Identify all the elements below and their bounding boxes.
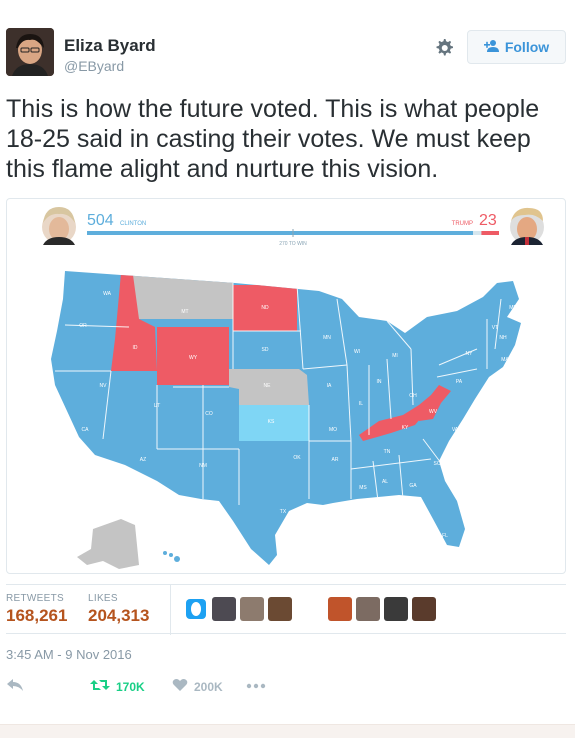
liker-avatar[interactable]	[212, 597, 236, 621]
svg-text:KS: KS	[268, 419, 275, 425]
svg-text:TX: TX	[280, 509, 287, 515]
liker-avatar[interactable]	[356, 597, 380, 621]
retweets-stat[interactable]: RETWEETS 168,261	[6, 593, 67, 626]
svg-text:NC: NC	[449, 443, 457, 449]
svg-text:SD: SD	[262, 347, 269, 353]
trump-portrait	[510, 207, 544, 245]
svg-text:OR: OR	[79, 323, 87, 329]
svg-text:AR: AR	[332, 457, 339, 463]
heart-icon	[172, 678, 188, 695]
svg-text:OK: OK	[293, 455, 301, 461]
follow-button[interactable]: Follow	[467, 30, 566, 64]
retweets-count: 168,261	[6, 606, 68, 625]
display-name[interactable]: Eliza Byard	[64, 36, 156, 56]
svg-text:FL: FL	[442, 533, 448, 539]
tweet-media-image[interactable]: 504 CLINTON TRUMP 23 270 TO WIN WA OR CA…	[6, 198, 566, 574]
svg-text:UT: UT	[154, 403, 161, 409]
svg-text:PA: PA	[456, 379, 463, 385]
reply-icon	[6, 678, 24, 695]
svg-text:NM: NM	[199, 463, 207, 469]
svg-text:VA: VA	[452, 427, 459, 433]
svg-text:WV: WV	[429, 409, 438, 415]
likes-count: 204,313	[88, 606, 150, 625]
state-ak	[77, 519, 139, 569]
svg-text:KY: KY	[402, 425, 409, 431]
svg-text:CA: CA	[82, 427, 90, 433]
svg-text:NE: NE	[264, 383, 272, 389]
svg-text:IA: IA	[327, 383, 332, 389]
electoral-bar-clinton	[87, 231, 473, 235]
svg-text:NY: NY	[466, 351, 474, 357]
svg-text:MI: MI	[392, 353, 398, 359]
tweet-timestamp[interactable]: 3:45 AM - 9 Nov 2016	[6, 647, 132, 662]
svg-text:MO: MO	[329, 427, 337, 433]
tweet-header: Eliza Byard @EByard Follow	[0, 0, 575, 90]
svg-text:TN: TN	[384, 449, 391, 455]
svg-text:MS: MS	[359, 485, 367, 491]
retweet-button[interactable]: 170K	[90, 678, 145, 695]
svg-text:CO: CO	[205, 411, 213, 417]
svg-text:MT: MT	[181, 309, 188, 315]
svg-text:WY: WY	[189, 355, 198, 361]
retweet-icon	[90, 678, 110, 695]
user-handle[interactable]: @EByard	[64, 58, 124, 74]
likes-stat[interactable]: LIKES 204,313	[88, 593, 149, 626]
add-user-icon	[483, 39, 500, 56]
stats-divider	[170, 585, 171, 635]
svg-text:LA: LA	[332, 505, 339, 511]
liker-avatar[interactable]	[328, 597, 352, 621]
state-hi	[163, 551, 180, 562]
more-icon	[246, 678, 266, 692]
svg-text:IN: IN	[377, 379, 382, 385]
svg-text:WA: WA	[103, 291, 112, 297]
liker-avatar[interactable]	[268, 597, 292, 621]
follow-label: Follow	[504, 39, 550, 55]
tweet-actions: 170K 200K	[6, 668, 566, 704]
svg-text:ND: ND	[261, 305, 269, 311]
svg-text:OH: OH	[409, 393, 417, 399]
clinton-portrait	[42, 207, 76, 245]
svg-text:ME: ME	[509, 305, 517, 311]
svg-text:GA: GA	[409, 483, 417, 489]
likes-label: LIKES	[88, 593, 118, 604]
svg-text:AZ: AZ	[140, 457, 146, 463]
timeline-bottom-band	[0, 724, 575, 738]
avatar[interactable]	[6, 28, 54, 76]
electoral-map-graphic: 504 CLINTON TRUMP 23 270 TO WIN WAORCA N…	[42, 207, 544, 569]
us-map: WA OR CA NV ID UT AZ MT WY CO NM ND SD NE KS OK TX M…	[51, 271, 521, 569]
electoral-bar-trump	[481, 231, 499, 235]
threshold-label: 270 TO WIN	[279, 241, 307, 247]
clinton-vote-count: 504	[87, 212, 114, 229]
liker-avatar[interactable]	[240, 597, 264, 621]
liker-avatar[interactable]	[384, 597, 408, 621]
tweet-text: This is how the future voted. This is wh…	[6, 95, 540, 183]
svg-text:MN: MN	[323, 335, 331, 341]
svg-text:MA: MA	[501, 357, 509, 363]
like-count: 200K	[194, 679, 223, 694]
svg-text:AL: AL	[382, 479, 388, 485]
svg-text:ID: ID	[133, 345, 138, 351]
svg-text:VT: VT	[492, 325, 498, 331]
svg-text:NV: NV	[100, 383, 108, 389]
more-button[interactable]	[246, 678, 266, 692]
tweet-stats: RETWEETS 168,261 LIKES 204,313	[6, 584, 566, 635]
retweet-count: 170K	[116, 679, 145, 694]
liker-avatar[interactable]	[184, 597, 208, 621]
trump-vote-count: 23	[479, 212, 497, 229]
liker-avatar[interactable]	[412, 597, 436, 621]
reply-button[interactable]	[6, 678, 24, 695]
svg-text:NH: NH	[499, 335, 507, 341]
trump-label: TRUMP	[452, 221, 473, 227]
clinton-label: CLINTON	[120, 221, 146, 227]
svg-text:SC: SC	[434, 461, 441, 467]
svg-text:IL: IL	[359, 401, 363, 407]
retweets-label: RETWEETS	[6, 593, 64, 604]
svg-text:WI: WI	[354, 349, 360, 355]
gear-icon[interactable]	[432, 36, 456, 60]
like-button[interactable]: 200K	[172, 678, 223, 695]
